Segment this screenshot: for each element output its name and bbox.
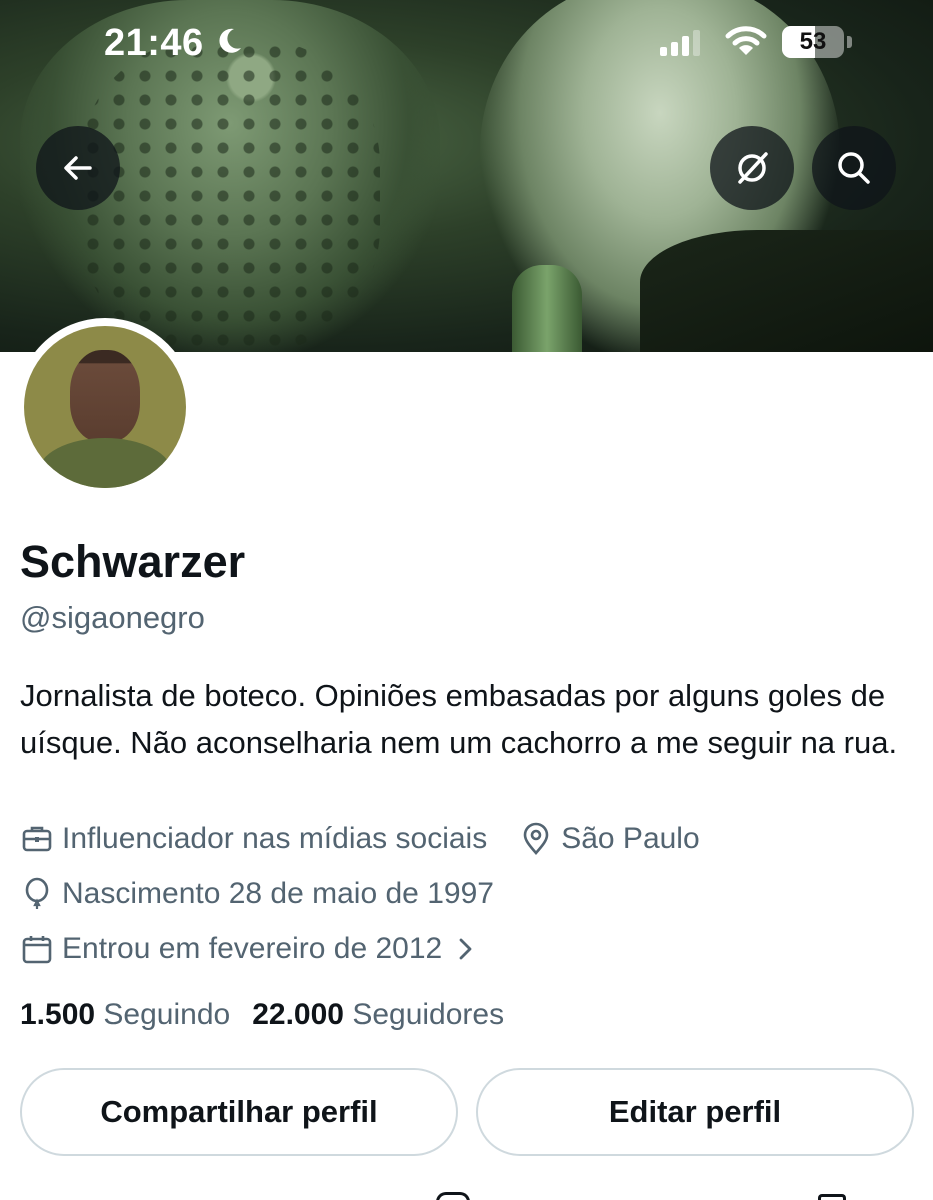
calendar-icon [22,936,52,964]
following-label: Seguindo [103,998,231,1031]
followers-link[interactable]: 22.000 Seguidores [252,998,504,1032]
location-pin-icon [523,822,549,855]
cut-off-tab-icon-2 [818,1194,846,1200]
briefcase-icon [22,826,52,852]
battery-cap [847,36,852,48]
avatar [24,326,186,488]
avatar-body-shape [38,438,172,488]
grok-button[interactable] [710,126,794,210]
location: São Paulo [519,822,700,856]
balloon-icon [25,877,49,909]
battery-icon: 53 [782,26,844,58]
cut-off-tab-icon [436,1192,470,1200]
category-label: Influenciador nas mídias sociais [62,822,488,855]
edit-profile-button[interactable]: Editar perfil [476,1068,914,1156]
avatar-button[interactable] [16,318,194,496]
banner-bottle-shape [512,265,582,352]
professional-category[interactable]: Influenciador nas mídias sociais [20,822,487,856]
followers-count: 22.000 [252,998,344,1031]
user-handle: @sigaonegro [20,600,205,635]
following-count: 1.500 [20,998,96,1031]
search-icon [838,152,870,184]
back-button[interactable] [36,126,120,210]
moon-icon [219,28,241,53]
wifi-icon [725,26,767,55]
follow-stats: 1.500 Seguindo 22.000 Seguidores [20,998,504,1032]
chevron-right-icon [459,938,472,960]
search-button[interactable] [812,126,896,210]
avatar-head-shape [70,350,140,442]
signal-icon [660,30,700,56]
following-link[interactable]: 1.500 Seguindo [20,998,230,1032]
birth-label: Nascimento 28 de maio de 1997 [62,877,494,910]
grok-icon [738,152,768,184]
battery-percentage: 53 [799,28,827,55]
join-date[interactable]: Entrou em fevereiro de 2012 [20,932,480,966]
status-time: 21:46 [104,22,204,64]
profile-bio: Jornalista de boteco. Opiniões embasadas… [20,678,898,760]
share-profile-button[interactable]: Compartilhar perfil [20,1068,458,1156]
followers-label: Seguidores [352,998,505,1031]
joined-label: Entrou em fevereiro de 2012 [62,932,443,965]
back-arrow-icon [64,156,92,180]
banner-suit-shape [640,230,933,352]
birth-date: Nascimento 28 de maio de 1997 [20,877,494,911]
display-name: Schwarzer [20,536,246,587]
location-label: São Paulo [561,822,700,855]
meta-row-category-location: Influenciador nas mídias sociais São Pau… [20,822,700,856]
